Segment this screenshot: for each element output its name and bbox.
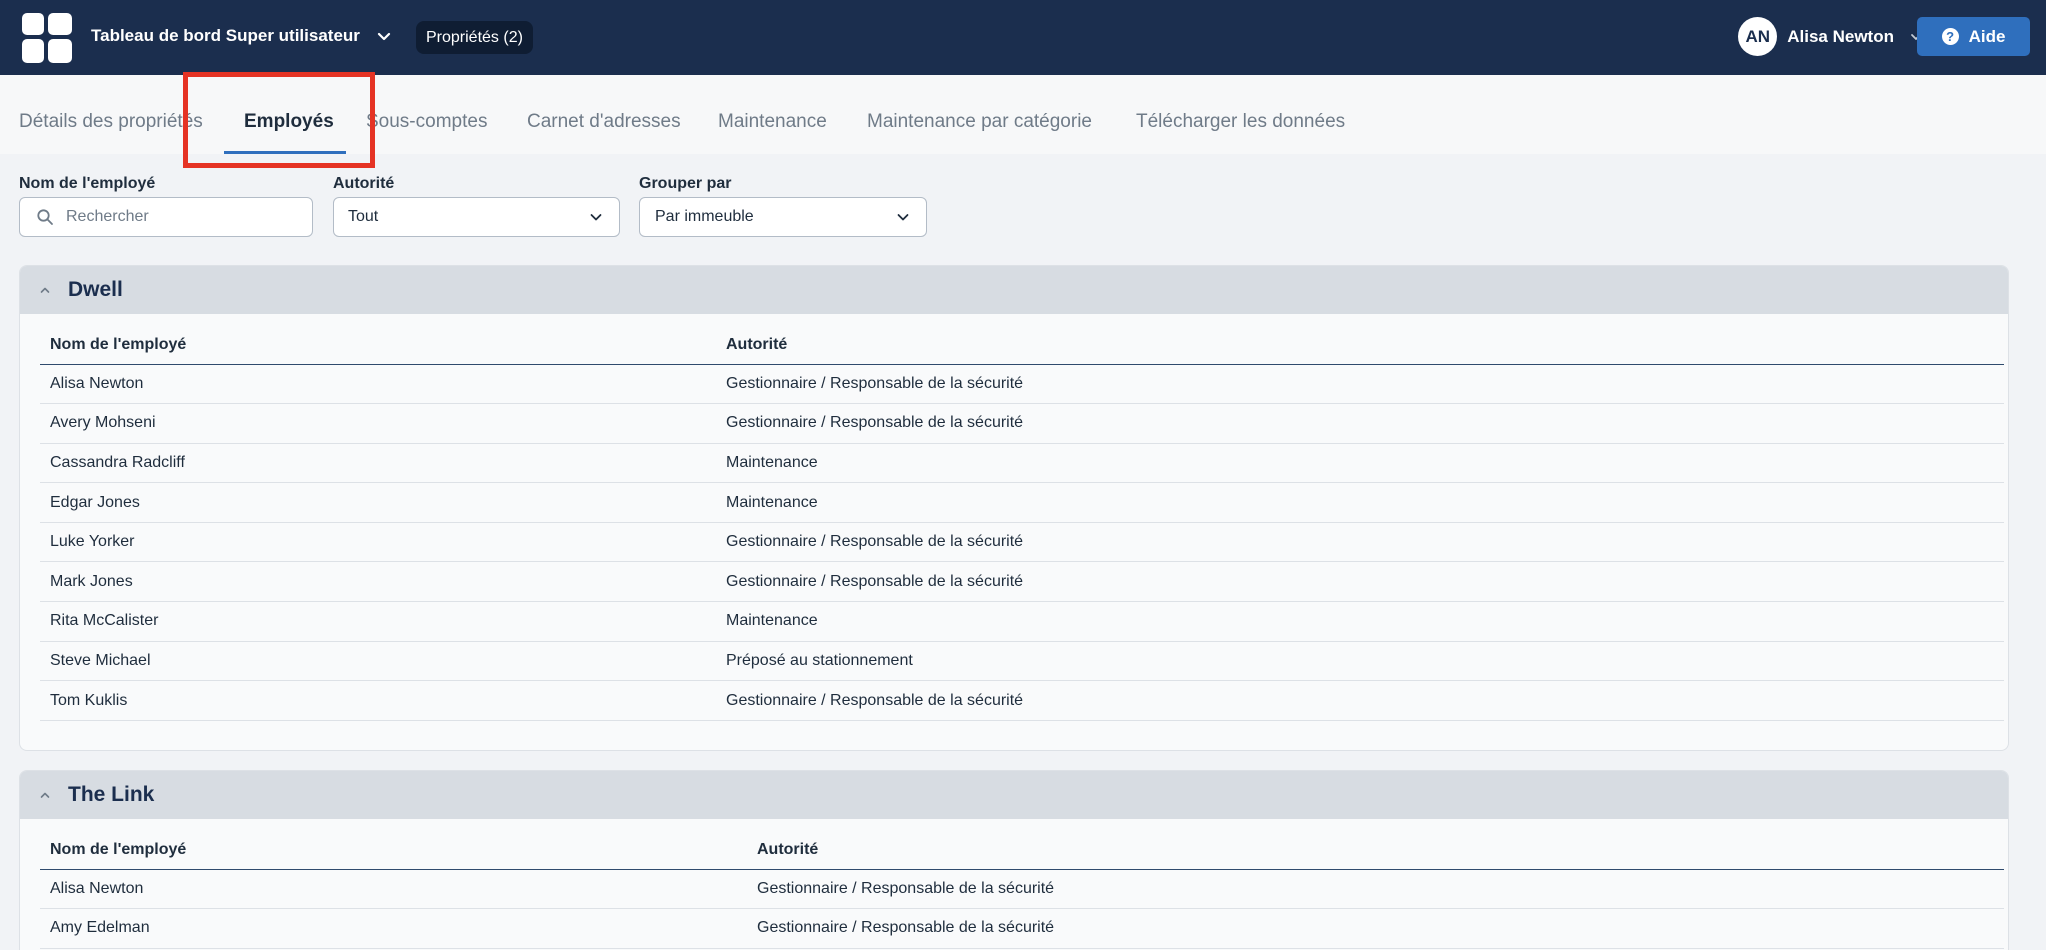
employee-authority: Gestionnaire / Responsable de la sécurit… [747, 869, 2004, 910]
table-row[interactable]: Steve Michael Préposé au stationnement [40, 641, 2004, 682]
authority-select[interactable]: Tout [333, 197, 620, 237]
chevron-up-icon [40, 287, 50, 293]
group-name: The Link [68, 783, 155, 806]
employee-name: Alisa Newton [40, 364, 716, 405]
chevron-down-icon [590, 214, 602, 221]
employee-authority: Maintenance [716, 443, 2004, 484]
authority-select-value: Tout [348, 208, 379, 225]
help-button[interactable]: ? Aide [1917, 17, 2030, 56]
tab-sub-accounts[interactable]: Sous-comptes [366, 111, 487, 133]
group-header[interactable]: The Link [20, 771, 2008, 819]
group-by-label: Grouper par [639, 175, 732, 192]
employee-name: Cassandra Radcliff [40, 443, 716, 484]
user-menu[interactable]: AN Alisa Newton [1738, 17, 1924, 56]
authority-filter-label: Autorité [333, 175, 395, 192]
employee-name: Mark Jones [40, 561, 716, 603]
employee-authority: Gestionnaire / Responsable de la sécurit… [747, 908, 2004, 949]
properties-button[interactable]: Propriétés (2) [416, 21, 533, 54]
column-header-name: Nom de l'employé [40, 314, 716, 365]
table-row[interactable]: Luke Yorker Gestionnaire / Responsable de… [40, 522, 2004, 563]
tab-property-details[interactable]: Détails des propriétés [19, 111, 203, 133]
highlight-annotation [183, 72, 375, 168]
search-field[interactable] [19, 197, 313, 237]
group-panel-dwell: Dwell Nom de l'employé Autorité Alisa Ne… [19, 265, 2009, 751]
table-row[interactable]: Amy Edelman Gestionnaire / Responsable de… [40, 908, 2004, 949]
user-name: Alisa Newton [1787, 26, 1894, 46]
employee-authority: Préposé au stationnement [716, 641, 2004, 682]
employee-name: Rita McCalister [40, 601, 716, 642]
employee-name: Avery Mohseni [40, 403, 716, 444]
tab-download-data[interactable]: Télécharger les données [1136, 111, 1345, 133]
chevron-up-icon [40, 792, 50, 798]
employee-name: Amy Edelman [40, 908, 747, 949]
tab-address-book[interactable]: Carnet d'adresses [527, 111, 681, 133]
table-row[interactable]: Mark Jones Gestionnaire / Responsable de … [40, 561, 2004, 603]
top-bar: Tableau de bord Super utilisateur Propri… [0, 0, 2046, 75]
column-header-authority: Autorité [716, 314, 2004, 365]
column-header-authority: Autorité [747, 819, 2004, 870]
employee-authority: Maintenance [716, 482, 2004, 523]
app-grid-icon[interactable] [22, 13, 72, 63]
dashboard-switcher[interactable]: Tableau de bord Super utilisateur [91, 26, 394, 46]
employee-filter-label: Nom de l'employé [19, 175, 156, 192]
employee-authority: Maintenance [716, 601, 2004, 642]
table-row[interactable]: Edgar Jones Maintenance [40, 482, 2004, 523]
table-row[interactable]: Rita McCalister Maintenance [40, 601, 2004, 642]
chevron-down-icon [897, 214, 909, 221]
employee-authority: Gestionnaire / Responsable de la sécurit… [716, 403, 2004, 444]
group-panel-the-link: The Link Nom de l'employé Autorité Alisa… [19, 770, 2009, 950]
employee-authority: Gestionnaire / Responsable de la sécurit… [716, 522, 2004, 563]
table-header-row: Nom de l'employé Autorité [40, 314, 2004, 365]
tab-maintenance-by-category[interactable]: Maintenance par catégorie [867, 111, 1092, 133]
group-by-select-value: Par immeuble [655, 208, 754, 225]
employee-name: Steve Michael [40, 641, 716, 682]
search-input[interactable] [66, 208, 312, 226]
table-row[interactable]: Avery Mohseni Gestionnaire / Responsable … [40, 403, 2004, 444]
employee-authority: Gestionnaire / Responsable de la sécurit… [716, 561, 2004, 603]
table-row[interactable]: Alisa Newton Gestionnaire / Responsable d… [40, 869, 2004, 910]
employee-table: Nom de l'employé Autorité Alisa Newton Ge… [40, 819, 2004, 949]
group-by-select[interactable]: Par immeuble [639, 197, 927, 237]
table-row[interactable]: Alisa Newton Gestionnaire / Responsable d… [40, 364, 2004, 405]
help-icon: ? [1941, 28, 1959, 45]
employee-authority: Gestionnaire / Responsable de la sécurit… [716, 364, 2004, 405]
employee-name: Tom Kuklis [40, 680, 716, 721]
table-header-row: Nom de l'employé Autorité [40, 819, 2004, 870]
tab-maintenance[interactable]: Maintenance [718, 111, 827, 133]
app-title: Tableau de bord Super utilisateur [91, 26, 360, 45]
column-header-name: Nom de l'employé [40, 819, 747, 870]
help-label: Aide [1968, 26, 2006, 46]
employee-authority: Gestionnaire / Responsable de la sécurit… [716, 680, 2004, 721]
group-header[interactable]: Dwell [20, 266, 2008, 314]
employee-name: Alisa Newton [40, 869, 747, 910]
employee-name: Luke Yorker [40, 522, 716, 563]
chevron-down-icon [377, 32, 391, 41]
table-row[interactable]: Tom Kuklis Gestionnaire / Responsable de … [40, 680, 2004, 721]
group-name: Dwell [68, 278, 123, 301]
table-row[interactable]: Cassandra Radcliff Maintenance [40, 443, 2004, 484]
employee-name: Edgar Jones [40, 482, 716, 523]
avatar: AN [1738, 17, 1778, 56]
search-icon [37, 209, 53, 225]
employee-table: Nom de l'employé Autorité Alisa Newton Ge… [40, 314, 2004, 721]
